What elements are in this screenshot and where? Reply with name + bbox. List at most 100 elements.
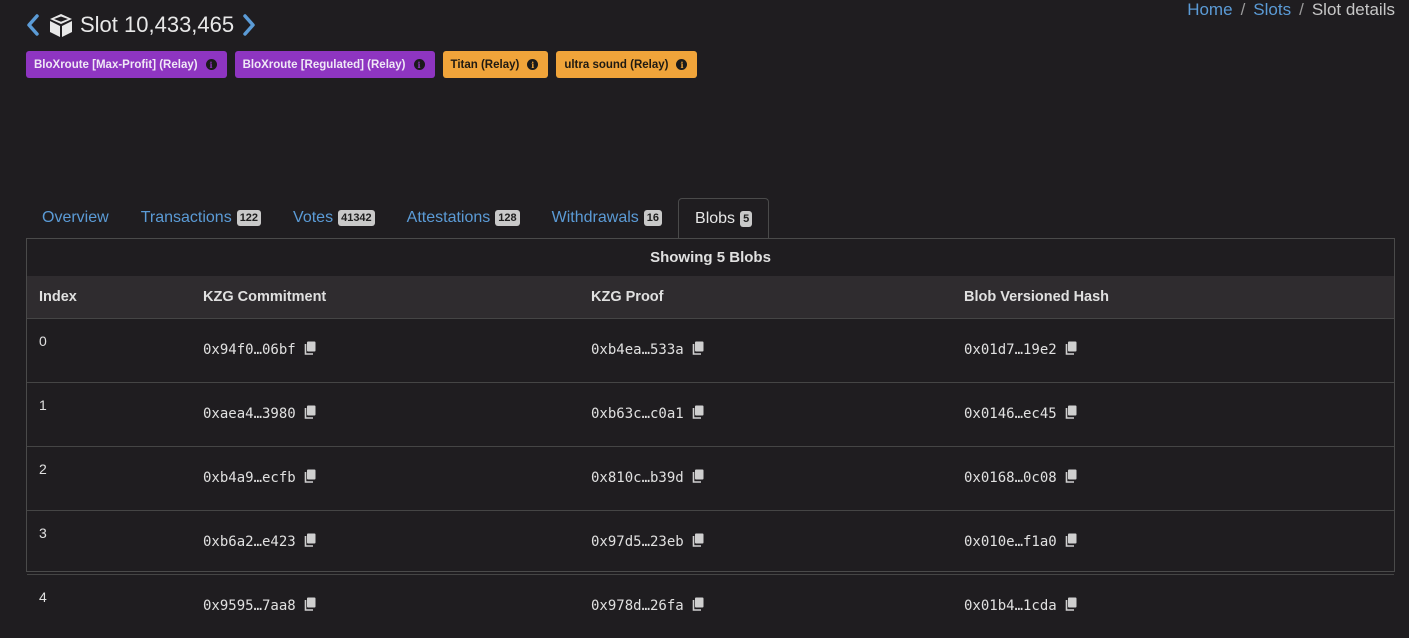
breadcrumb-home-link[interactable]: Home [1187, 0, 1232, 20]
cell-kzg-proof: 0xb4ea…533a [579, 317, 952, 382]
cell-kzg-commitment: 0x9595…7aa8 [191, 573, 579, 638]
cell-kzg-proof-value: 0x978d…26fa [591, 598, 684, 614]
tab-transactions[interactable]: Transactions 122 [125, 198, 277, 238]
cell-blob-versioned-hash-value: 0x01d7…19e2 [964, 342, 1057, 358]
cell-index: 3 [27, 509, 191, 574]
cell-kzg-proof-value: 0x97d5…23eb [591, 534, 684, 550]
tab-label: Withdrawals [551, 209, 639, 226]
cell-index-value: 3 [39, 524, 47, 541]
cell-index-value: 1 [39, 396, 47, 413]
cell-blob-versioned-hash-value: 0x01b4…1cda [964, 598, 1057, 614]
copy-icon[interactable] [304, 469, 316, 487]
column-header-index: Index [39, 288, 77, 305]
breadcrumb-separator: / [1299, 0, 1304, 19]
table-row: 3 0xb6a2…e423 0x97d5…23eb 0x010e…f1a0 [27, 509, 1394, 574]
cell-blob-versioned-hash-value: 0x0146…ec45 [964, 406, 1057, 422]
relay-badge: ultra sound (Relay) i [556, 51, 698, 78]
cell-blob-versioned-hash: 0x01b4…1cda [952, 573, 1394, 638]
cell-index: 1 [27, 381, 191, 446]
tab-label: Overview [42, 209, 109, 226]
cell-kzg-commitment-value: 0xaea4…3980 [203, 406, 296, 422]
relay-badges: BloXroute [Max-Profit] (Relay) i BloXrou… [26, 51, 698, 78]
relay-badge-label: BloXroute [Max-Profit] (Relay) [34, 58, 198, 71]
cell-index: 0 [27, 317, 191, 382]
breadcrumb-slots-link[interactable]: Slots [1253, 0, 1291, 20]
cell-kzg-commitment: 0xb6a2…e423 [191, 509, 579, 574]
cell-kzg-commitment-value: 0xb6a2…e423 [203, 534, 296, 550]
blobs-table: Index KZG Commitment KZG Proof Blob Vers… [27, 276, 1394, 638]
tab-count-badge: 41342 [338, 210, 375, 226]
cell-kzg-proof: 0x978d…26fa [579, 573, 952, 638]
column-header-kzg-proof: KZG Proof [591, 288, 664, 305]
cell-index: 2 [27, 445, 191, 510]
cell-kzg-proof-value: 0x810c…b39d [591, 470, 684, 486]
relay-badge-label: BloXroute [Regulated] (Relay) [242, 58, 406, 71]
copy-icon[interactable] [1065, 405, 1077, 423]
cube-icon [48, 12, 74, 38]
table-row: 0 0x94f0…06bf 0xb4ea…533a 0x01d7…19e2 [27, 317, 1394, 382]
cell-kzg-proof: 0x810c…b39d [579, 445, 952, 510]
info-icon[interactable]: i [205, 59, 217, 70]
relay-badge: BloXroute [Max-Profit] (Relay) i [26, 51, 227, 78]
copy-icon[interactable] [304, 597, 316, 615]
copy-icon[interactable] [692, 597, 704, 615]
copy-icon[interactable] [1065, 597, 1077, 615]
relay-badge-label: Titan (Relay) [450, 58, 520, 71]
blobs-panel: Showing 5 Blobs Index KZG Commitment KZG… [26, 238, 1395, 638]
table-row: 2 0xb4a9…ecfb 0x810c…b39d 0x0168…0c08 [27, 445, 1394, 510]
tab-withdrawals[interactable]: Withdrawals 16 [536, 198, 678, 238]
cell-blob-versioned-hash-value: 0x0168…0c08 [964, 470, 1057, 486]
copy-icon[interactable] [692, 469, 704, 487]
cell-blob-versioned-hash: 0x0146…ec45 [952, 381, 1394, 446]
tab-count-badge: 128 [495, 210, 520, 226]
table-row: 1 0xaea4…3980 0xb63c…c0a1 0x0146…ec45 [27, 381, 1394, 446]
table-row: 4 0x9595…7aa8 0x978d…26fa 0x01b4…1cda [27, 573, 1394, 638]
copy-icon[interactable] [1065, 533, 1077, 551]
tab-overview[interactable]: Overview [26, 198, 125, 238]
cell-blob-versioned-hash: 0x01d7…19e2 [952, 317, 1394, 382]
breadcrumb: Home / Slots / Slot details [1187, 0, 1395, 20]
tab-label: Blobs [695, 209, 736, 227]
cell-kzg-proof-value: 0xb4ea…533a [591, 342, 684, 358]
cell-kzg-commitment: 0xaea4…3980 [191, 381, 579, 446]
cell-index: 4 [27, 573, 191, 638]
copy-icon[interactable] [304, 405, 316, 423]
cell-index-value: 2 [39, 460, 47, 477]
info-icon[interactable]: i [527, 59, 539, 70]
copy-icon[interactable] [692, 405, 704, 423]
relay-badge: Titan (Relay) i [442, 51, 549, 78]
relay-badge: BloXroute [Regulated] (Relay) i [234, 51, 435, 78]
cell-kzg-commitment: 0xb4a9…ecfb [191, 445, 579, 510]
cell-blob-versioned-hash-value: 0x010e…f1a0 [964, 534, 1057, 550]
cell-kzg-commitment: 0x94f0…06bf [191, 317, 579, 382]
slot-tabs: Overview Transactions 122 Votes 41342 At… [26, 198, 770, 238]
cell-index-value: 0 [39, 332, 47, 349]
relay-badge-label: ultra sound (Relay) [564, 58, 669, 71]
tab-votes[interactable]: Votes 41342 [277, 198, 391, 238]
copy-icon[interactable] [1065, 341, 1077, 359]
copy-icon[interactable] [304, 533, 316, 551]
tab-count-badge: 16 [643, 210, 663, 226]
chevron-right-icon[interactable] [242, 14, 256, 36]
tab-attestations[interactable]: Attestations 128 [391, 198, 536, 238]
copy-icon[interactable] [304, 341, 316, 359]
info-icon[interactable]: i [676, 59, 688, 70]
copy-icon[interactable] [692, 533, 704, 551]
cell-kzg-commitment-value: 0x94f0…06bf [203, 342, 296, 358]
table-header-row: Index KZG Commitment KZG Proof Blob Vers… [27, 276, 1394, 318]
cell-blob-versioned-hash: 0x0168…0c08 [952, 445, 1394, 510]
cell-kzg-proof: 0xb63c…c0a1 [579, 381, 952, 446]
tab-label: Attestations [406, 209, 491, 226]
tab-count-badge: 5 [740, 210, 753, 227]
cell-blob-versioned-hash: 0x010e…f1a0 [952, 509, 1394, 574]
copy-icon[interactable] [692, 341, 704, 359]
breadcrumb-current: Slot details [1311, 0, 1395, 19]
tab-label: Votes [293, 209, 334, 226]
tab-blobs[interactable]: Blobs 5 [678, 198, 770, 238]
tab-count-badge: 122 [236, 210, 262, 226]
cell-index-value: 4 [39, 588, 47, 605]
cell-kzg-proof-value: 0xb63c…c0a1 [591, 406, 684, 422]
copy-icon[interactable] [1065, 469, 1077, 487]
info-icon[interactable]: i [413, 59, 425, 70]
chevron-left-icon[interactable] [26, 14, 40, 36]
